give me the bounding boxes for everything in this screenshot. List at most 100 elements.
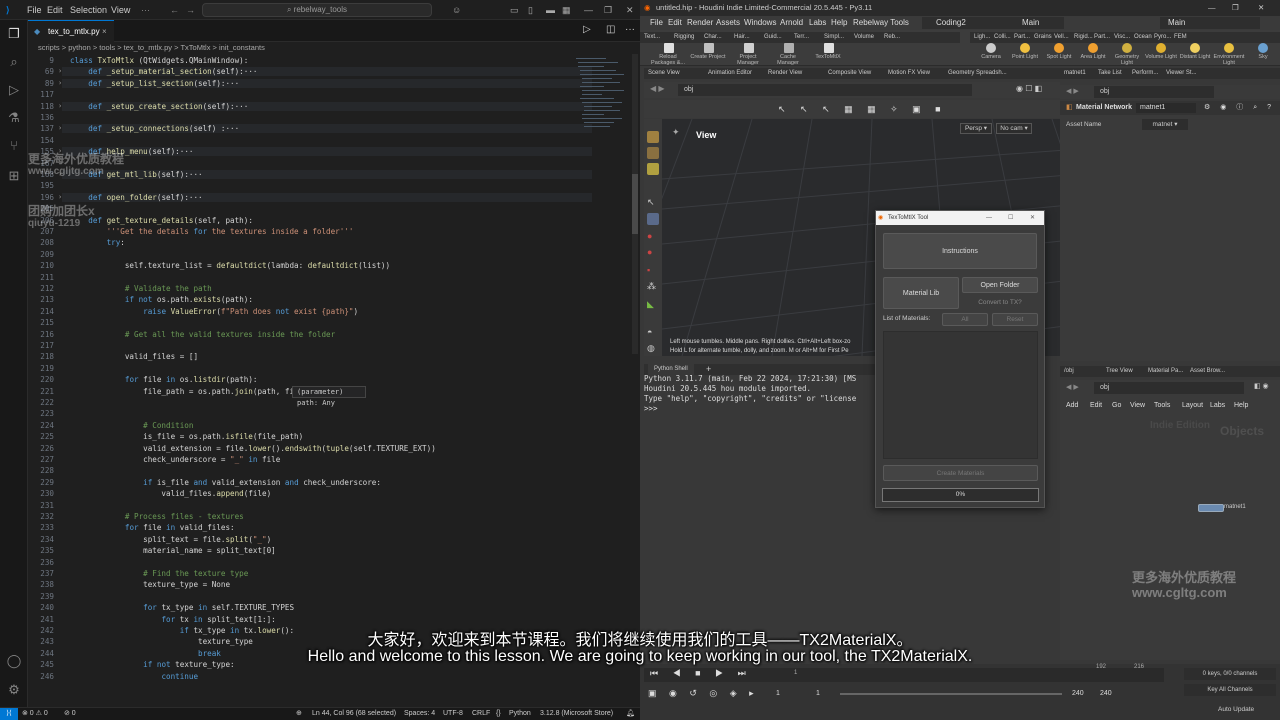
tab-char[interactable]: Char... [704,32,722,43]
light-tool-icon[interactable] [1020,43,1030,53]
tab-scene-view[interactable]: Scene View [648,68,680,79]
code-line[interactable]: material_name = split_text[0] [70,546,276,555]
shelf-tool-label[interactable]: Cache Manager [770,54,806,66]
net-menu-help[interactable]: Help [1234,402,1248,409]
light-tool-icon[interactable] [1224,43,1234,53]
path-field[interactable]: obj [678,84,972,96]
select-tool-icon[interactable] [647,131,659,143]
snap2-icon[interactable]: ▪ [647,265,659,277]
menu-selection[interactable]: Selection [70,5,107,15]
network-editor[interactable]: /obj Tree View Material Pa... Asset Brow...… [1060,366,1280,660]
more-icon[interactable]: ··· [141,5,150,15]
snap-icon[interactable]: ● [647,247,659,259]
back-arrow-icon[interactable]: ← [170,5,179,15]
tab-ligh[interactable]: Ligh... [974,32,990,43]
hou-menu-arnold[interactable]: Arnold [780,16,803,30]
shelf-tool-icon[interactable] [824,43,834,53]
light-tool-label[interactable]: Volume Light [1144,54,1178,60]
indentation[interactable]: Spaces: 4 [404,708,435,720]
layout-icon[interactable]: ▭ [510,5,519,16]
end-frame-2[interactable]: 240 [1100,690,1112,697]
tab-colli[interactable]: Colli... [994,32,1011,43]
light-tool-label[interactable]: Geometry Light [1110,54,1144,66]
code-line[interactable]: valid_files = [] [70,352,198,361]
tab-rigging[interactable]: Rigging [674,32,694,43]
tab-part[interactable]: Part... [1014,32,1030,43]
tab-fem[interactable]: FEM [1174,32,1187,43]
shelf-tool-label[interactable]: Reload Packages &... [650,54,686,66]
shelf-tool-label[interactable]: TexToMtlX [810,54,846,60]
net-menu-view[interactable]: View [1130,402,1145,409]
tab-pyro[interactable]: Pyro... [1154,32,1171,43]
code-line[interactable]: valid_extension = file.lower().endswith(… [70,444,436,453]
run-debug-icon[interactable]: ▷ [6,82,22,98]
code-line[interactable]: # Process files - textures [70,512,244,521]
code-line[interactable]: try: [70,238,125,247]
tab-guid[interactable]: Guid... [764,32,782,43]
material-lib-button[interactable]: Material Lib [883,277,959,309]
fold-chevron-icon[interactable]: › [58,193,62,201]
light-tool-icon[interactable] [1088,43,1098,53]
code-line[interactable]: for tx in split_text[1:]: [70,615,275,624]
tool-restore-icon[interactable]: ☐ [1008,211,1013,225]
folded-code-line[interactable]: def _setup_connections(self) :··· [62,124,592,134]
range-slider[interactable] [840,693,1062,695]
minimap[interactable] [574,54,630,354]
hou-restore-icon[interactable]: ❐ [1232,0,1239,16]
run-file-icon[interactable]: ▷ [583,24,591,35]
code-line[interactable]: # Validate the path [70,284,212,293]
param-header-icons[interactable]: ⚙ ◉ ⓘ ⌕ ? [1204,101,1275,115]
desktop-select[interactable]: Coding2 [922,17,1012,29]
hou-menu-file[interactable]: File [650,16,663,30]
code-line[interactable]: texture_type = None [70,580,230,589]
hou-menu-edit[interactable]: Edit [668,16,682,30]
right-nav-icons[interactable]: ◀ ▶ [1066,87,1079,95]
sidebar-toggle-icon[interactable]: ▯ [528,5,533,16]
command-search-input[interactable]: ⌕ rebelway_tools [202,3,432,17]
tab-part[interactable]: Part... [1094,32,1110,43]
custom-layout-icon[interactable]: ▦ [562,5,571,16]
shelf-tool-label[interactable]: Create Project [690,54,726,60]
code-line[interactable]: # Get all the valid textures inside the … [70,330,335,339]
problems-indicator[interactable]: ⊗ 0 ⚠ 0 [22,708,48,720]
code-line[interactable]: class TxToMtlx (QtWidgets.QMainWindow): [70,56,248,65]
tab-simpl[interactable]: Simpl... [824,32,844,43]
code-line[interactable]: raise ValueError(f"Path does not exist {… [70,307,358,316]
remote-icon[interactable]: ⟩⟨ [0,708,18,720]
tab-perform[interactable]: Perform... [1132,68,1158,79]
shelf-tool-icon[interactable] [744,43,754,53]
camera-icon[interactable]: ◓ [647,327,659,339]
editor-scrollbar[interactable] [632,54,638,354]
shelf-tool-label[interactable]: Project Manager [730,54,766,66]
tab-take-list[interactable]: Take List [1098,68,1122,79]
hou-menu-labs[interactable]: Labs [809,16,826,30]
shelf-tool-icon[interactable] [784,43,794,53]
lock-icon[interactable] [647,213,659,225]
tab--obj[interactable]: /obj [1064,366,1074,377]
tab-visc[interactable]: Visc... [1114,32,1130,43]
shelf-tool-icon[interactable] [664,43,674,53]
light-tool-icon[interactable] [1156,43,1166,53]
end-frame[interactable]: 240 [1072,690,1084,697]
current-frame[interactable]: 1 [816,690,820,697]
folded-code-line[interactable]: def help_menu(self):··· [62,147,592,157]
create-materials-button[interactable]: Create Materials [883,465,1038,481]
all-button[interactable]: All [942,313,988,326]
folded-code-line[interactable]: def _setup_create_section(self):··· [62,101,592,111]
light-tool-icon[interactable] [986,43,996,53]
restore-icon[interactable]: ❐ [604,5,612,16]
net-menu-go[interactable]: Go [1112,402,1121,409]
more-actions-icon[interactable]: ··· [625,24,635,35]
tab-vell[interactable]: Vell... [1054,32,1069,43]
tab-reb[interactable]: Reb... [884,32,900,43]
code-line[interactable]: self.texture_list = defaultdict(lambda: … [70,261,390,270]
scrollbar-thumb[interactable] [632,174,638,234]
tab-viewer-st[interactable]: Viewer St... [1166,68,1197,79]
move-tool-icon[interactable] [647,147,659,159]
code-line[interactable]: if not os.path.exists(path): [70,295,253,304]
cursor-position[interactable]: Ln 44, Col 96 (68 selected) [312,708,396,720]
hou-menu-help[interactable]: Help [831,16,847,30]
code-line[interactable]: '''Get the details for the textures insi… [70,227,354,236]
net-menu-labs[interactable]: Labs [1210,402,1225,409]
persp-menu[interactable]: Persp ▾ [960,123,992,134]
